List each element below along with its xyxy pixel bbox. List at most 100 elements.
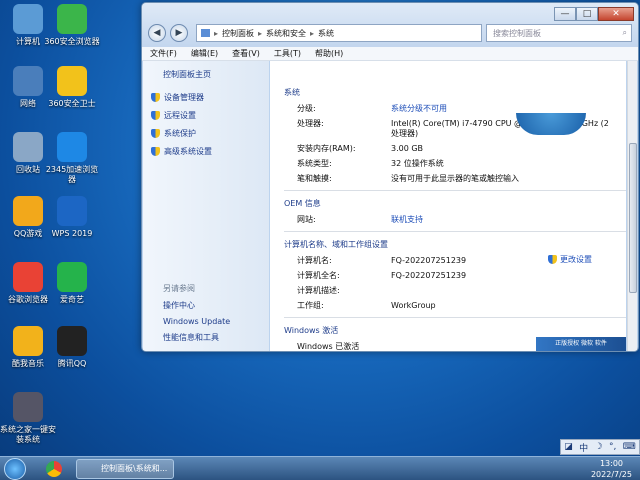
- desktop-icon[interactable]: 爱奇艺: [44, 262, 100, 305]
- clock[interactable]: 13:00 2022/7/25: [591, 458, 632, 480]
- taskbar-control-panel[interactable]: 控制面板\系统和...: [76, 459, 174, 479]
- change-settings-link[interactable]: 更改设置: [548, 254, 592, 265]
- app-icon: [57, 196, 87, 226]
- info-key: 计算机描述:: [297, 286, 340, 295]
- desktop-icon[interactable]: WPS 2019: [44, 196, 100, 239]
- system-info-content: 系统 分级: 系统分级不可用 处理器: Intel(R) Core(TM) i7-47…: [270, 61, 626, 351]
- desktop-icon[interactable]: 360安全浏览器: [44, 4, 100, 47]
- menu-item[interactable]: 编辑(E): [191, 48, 218, 59]
- menu-item[interactable]: 查看(V): [232, 48, 260, 59]
- system-window: — □ ✕ ◀ ▶ ▸ 控制面板 ▸ 系统和安全 ▸ 系统 搜索控制面板 ⌕ 文…: [141, 2, 639, 352]
- info-value[interactable]: 联机支持: [391, 215, 611, 225]
- clock-date: 2022/7/25: [590, 470, 632, 479]
- app-icon: [57, 4, 87, 34]
- desktop-icon[interactable]: 系统之家一键安装系统: [0, 392, 56, 445]
- ime-button[interactable]: 中: [579, 441, 588, 454]
- control-panel-home-link[interactable]: 控制面板主页: [163, 69, 269, 80]
- info-key: Windows 已激活: [297, 342, 360, 351]
- info-row: 系统类型: 32 位操作系统: [284, 159, 626, 169]
- see-also-link[interactable]: 操作中心: [163, 300, 269, 311]
- left-task-label: 设备管理器: [164, 93, 204, 102]
- computer-section-title: 计算机名称、域和工作组设置: [284, 240, 388, 249]
- scroll-thumb[interactable]: [629, 143, 637, 293]
- shield-icon: [151, 147, 160, 156]
- clock-time: 13:00: [599, 459, 624, 468]
- desktop-icon[interactable]: 360安全卫士: [44, 66, 100, 109]
- see-also-label: 另请参阅: [163, 284, 195, 293]
- app-icon: [13, 262, 43, 292]
- desktop-icon[interactable]: 腾讯QQ: [44, 326, 100, 369]
- address-sep: ▸: [258, 28, 263, 38]
- taskbar: 控制面板\系统和... 13:00 2022/7/25: [0, 456, 640, 480]
- menu-item[interactable]: 文件(F): [150, 48, 177, 59]
- app-icon: [13, 326, 43, 356]
- back-button[interactable]: ◀: [148, 24, 166, 42]
- info-value: 没有可用于此显示器的笔或触控输入: [391, 174, 519, 183]
- app-icon: [13, 66, 43, 96]
- info-value: 32 位操作系统: [391, 159, 444, 168]
- info-row: 安装内存(RAM): 3.00 GB: [284, 144, 626, 154]
- system-section-title: 系统: [284, 88, 300, 97]
- app-icon: [13, 196, 43, 226]
- address-sep: ▸: [310, 28, 315, 38]
- address-bar[interactable]: ▸ 控制面板 ▸ 系统和安全 ▸ 系统: [196, 24, 482, 42]
- desktop-icon-label: 系统之家一键安装系统: [0, 425, 56, 444]
- ime-toolbar: ◪ 中 ☽ °, ⌨: [560, 439, 640, 455]
- breadcrumb-control-panel[interactable]: 控制面板: [222, 28, 254, 39]
- left-task-link[interactable]: 设备管理器: [151, 92, 269, 103]
- menu-item[interactable]: 帮助(H): [315, 48, 343, 59]
- search-icon[interactable]: ⌕: [623, 28, 627, 38]
- menu-item[interactable]: 工具(T): [274, 48, 301, 59]
- search-input[interactable]: 搜索控制面板 ⌕: [486, 24, 632, 42]
- info-key: 安装内存(RAM):: [297, 144, 356, 153]
- info-key: 分级:: [297, 104, 316, 113]
- desktop-icon[interactable]: 2345加速浏览器: [44, 132, 100, 185]
- folder-icon: [201, 29, 210, 37]
- info-key: 计算机全名:: [297, 271, 340, 280]
- info-value: FQ-202207251239: [391, 271, 467, 280]
- info-value: WorkGroup: [391, 301, 436, 310]
- change-settings-label: 更改设置: [560, 255, 592, 264]
- left-task-label: 高级系统设置: [164, 147, 212, 156]
- ime-button[interactable]: ☽: [595, 442, 603, 452]
- forward-button[interactable]: ▶: [170, 24, 188, 42]
- desktop-icon-label: 360安全浏览器: [44, 37, 100, 46]
- oem-section-title: OEM 信息: [284, 199, 321, 208]
- ime-button[interactable]: °,: [609, 442, 616, 452]
- search-placeholder: 搜索控制面板: [493, 28, 541, 38]
- desktop-icon-label: 2345加速浏览器: [45, 165, 99, 184]
- menu-bar: 文件(F) 编辑(E) 查看(V) 工具(T) 帮助(H): [142, 47, 638, 61]
- breadcrumb-system-security[interactable]: 系统和安全: [266, 28, 306, 39]
- left-task-label: 系统保护: [164, 129, 196, 138]
- app-icon: [13, 392, 43, 422]
- info-key: 计算机名:: [297, 256, 332, 265]
- ime-button[interactable]: ◪: [564, 442, 573, 452]
- breadcrumb-system[interactable]: 系统: [318, 28, 334, 39]
- maximize-button[interactable]: □: [576, 7, 598, 21]
- info-row: 计算机描述:: [284, 286, 626, 296]
- vertical-scrollbar[interactable]: [627, 61, 637, 351]
- genuine-badge[interactable]: 正版授权 微软 软件: [536, 337, 626, 351]
- info-key: 网站:: [297, 215, 316, 224]
- close-button[interactable]: ✕: [598, 7, 634, 21]
- app-icon: [13, 4, 43, 34]
- desktop-icon-label: WPS 2019: [51, 229, 93, 238]
- desktop-icon-label: 360安全卫士: [48, 99, 96, 108]
- desktop-icon-label: 爱奇艺: [60, 295, 84, 304]
- see-also-link[interactable]: Windows Update: [163, 317, 269, 326]
- info-row: 网站: 联机支持: [284, 215, 626, 225]
- chrome-taskbar-icon[interactable]: [44, 459, 66, 479]
- ime-button[interactable]: ⌨: [623, 442, 636, 452]
- left-task-link[interactable]: 远程设置: [151, 110, 269, 121]
- start-button[interactable]: [4, 458, 26, 480]
- info-value: 3.00 GB: [391, 144, 424, 153]
- minimize-button[interactable]: —: [554, 7, 576, 21]
- left-task-link[interactable]: 系统保护: [151, 128, 269, 139]
- app-icon: [57, 66, 87, 96]
- info-key: 笔和触摸:: [297, 174, 332, 183]
- title-bar[interactable]: — □ ✕ ◀ ▶ ▸ 控制面板 ▸ 系统和安全 ▸ 系统 搜索控制面板 ⌕: [142, 3, 638, 47]
- see-also-link[interactable]: 性能信息和工具: [163, 332, 269, 343]
- left-pane: 控制面板主页 设备管理器远程设置系统保护高级系统设置 另请参阅 操作中心 Wind…: [143, 61, 269, 351]
- app-icon: [57, 132, 87, 162]
- left-task-link[interactable]: 高级系统设置: [151, 146, 269, 157]
